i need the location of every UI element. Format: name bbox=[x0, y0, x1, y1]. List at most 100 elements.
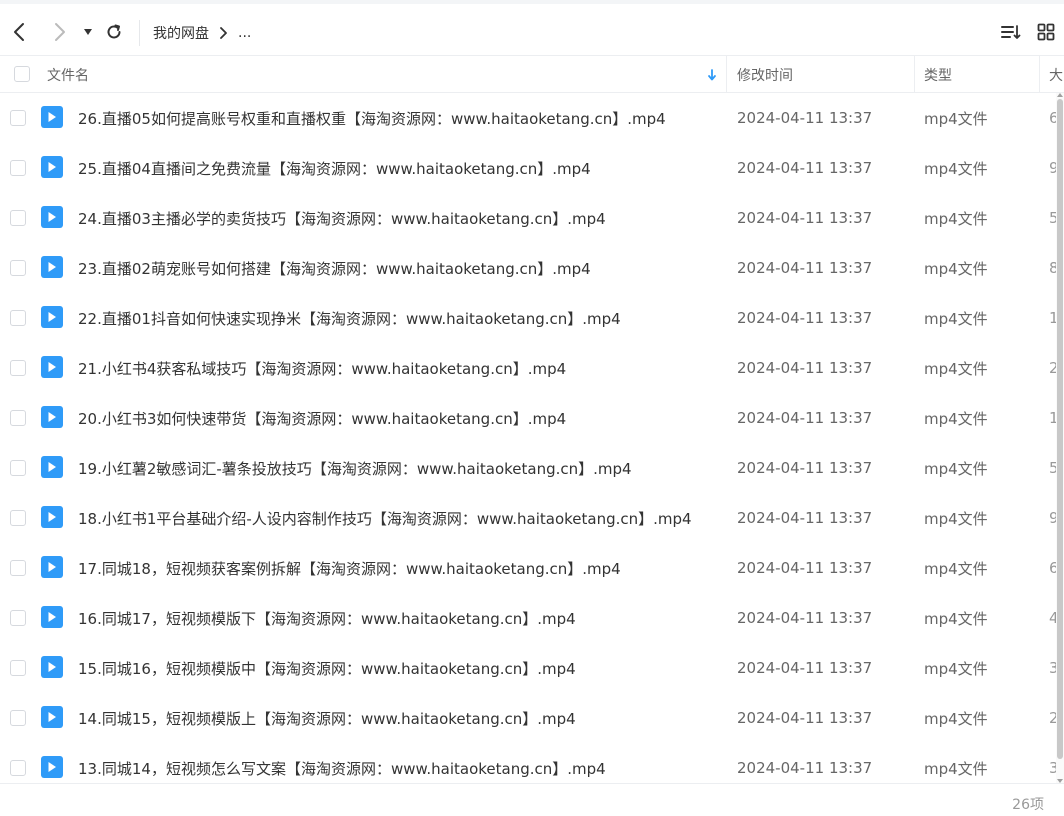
row-checkbox[interactable] bbox=[10, 560, 26, 576]
file-size: 5 bbox=[1049, 209, 1056, 227]
row-checkbox[interactable] bbox=[10, 310, 26, 326]
column-header-size[interactable]: 大 bbox=[1049, 56, 1064, 93]
video-file-icon bbox=[41, 206, 63, 228]
history-dropdown-button[interactable] bbox=[74, 18, 102, 46]
table-row[interactable]: 23.直播02萌宠账号如何搭建【海淘资源网：www.haitaoketang.c… bbox=[0, 243, 1056, 293]
row-checkbox[interactable] bbox=[10, 160, 26, 176]
file-size: 8 bbox=[1049, 259, 1056, 277]
file-size: 9 bbox=[1049, 509, 1056, 527]
table-row[interactable]: 19.小红薯2敏感词汇-薯条投放技巧【海淘资源网：www.haitaoketan… bbox=[0, 443, 1056, 493]
grid-view-button[interactable] bbox=[1032, 18, 1060, 46]
file-name[interactable]: 15.同城16，短视频模版中【海淘资源网：www.haitaoketang.cn… bbox=[78, 643, 576, 693]
chevron-right-icon bbox=[55, 23, 65, 41]
row-checkbox[interactable] bbox=[10, 510, 26, 526]
file-name[interactable]: 23.直播02萌宠账号如何搭建【海淘资源网：www.haitaoketang.c… bbox=[78, 243, 591, 293]
table-row[interactable]: 17.同城18，短视频获客案例拆解【海淘资源网：www.haitaoketang… bbox=[0, 543, 1056, 593]
column-header-name[interactable]: 文件名 bbox=[47, 56, 89, 93]
file-type: mp4文件 bbox=[924, 309, 988, 328]
table-row[interactable]: 21.小红书4获客私域技巧【海淘资源网：www.haitaoketang.cn】… bbox=[0, 343, 1056, 393]
row-checkbox[interactable] bbox=[10, 210, 26, 226]
modified-time: 2024-04-11 13:37 bbox=[737, 259, 873, 277]
item-count: 26项 bbox=[1012, 797, 1044, 813]
table-row[interactable]: 16.同城17，短视频模版下【海淘资源网：www.haitaoketang.cn… bbox=[0, 593, 1056, 643]
file-size: 2 bbox=[1049, 709, 1056, 727]
scrollbar-thumb[interactable] bbox=[1057, 99, 1063, 759]
file-size: 6 bbox=[1049, 559, 1056, 577]
scroll-up-icon[interactable] bbox=[1057, 93, 1063, 97]
breadcrumb-root[interactable]: 我的网盘 bbox=[153, 23, 209, 43]
back-button[interactable] bbox=[6, 18, 34, 46]
forward-button[interactable] bbox=[45, 18, 73, 46]
file-name[interactable]: 16.同城17，短视频模版下【海淘资源网：www.haitaoketang.cn… bbox=[78, 593, 576, 643]
file-name[interactable]: 25.直播04直播间之免费流量【海淘资源网：www.haitaoketang.c… bbox=[78, 143, 591, 193]
caret-down-icon bbox=[84, 29, 92, 35]
file-list: 26.直播05如何提高账号权重和直播权重【海淘资源网：www.haitaoket… bbox=[0, 93, 1056, 783]
sort-button[interactable] bbox=[997, 18, 1025, 46]
column-header-type[interactable]: 类型 bbox=[924, 56, 952, 93]
modified-time: 2024-04-11 13:37 bbox=[737, 659, 873, 677]
file-name[interactable]: 14.同城15，短视频模版上【海淘资源网：www.haitaoketang.cn… bbox=[78, 693, 576, 743]
row-checkbox[interactable] bbox=[10, 110, 26, 126]
row-checkbox[interactable] bbox=[10, 460, 26, 476]
column-divider[interactable] bbox=[1039, 56, 1040, 93]
modified-time: 2024-04-11 13:37 bbox=[737, 359, 873, 377]
video-file-icon bbox=[41, 256, 63, 278]
table-row[interactable]: 18.小红书1平台基础介绍-人设内容制作技巧【海淘资源网：www.haitaok… bbox=[0, 493, 1056, 543]
table-row[interactable]: 14.同城15，短视频模版上【海淘资源网：www.haitaoketang.cn… bbox=[0, 693, 1056, 743]
file-name[interactable]: 20.小红书3如何快速带货【海淘资源网：www.haitaoketang.cn】… bbox=[78, 393, 566, 443]
row-checkbox[interactable] bbox=[10, 260, 26, 276]
file-name[interactable]: 17.同城18，短视频获客案例拆解【海淘资源网：www.haitaoketang… bbox=[78, 543, 621, 593]
file-name[interactable]: 18.小红书1平台基础介绍-人设内容制作技巧【海淘资源网：www.haitaok… bbox=[78, 493, 692, 543]
modified-time: 2024-04-11 13:37 bbox=[737, 709, 873, 727]
table-row[interactable]: 15.同城16，短视频模版中【海淘资源网：www.haitaoketang.cn… bbox=[0, 643, 1056, 693]
table-row[interactable]: 26.直播05如何提高账号权重和直播权重【海淘资源网：www.haitaoket… bbox=[0, 93, 1056, 143]
grid-view-icon bbox=[1037, 23, 1055, 41]
row-checkbox[interactable] bbox=[10, 660, 26, 676]
table-row[interactable]: 25.直播04直播间之免费流量【海淘资源网：www.haitaoketang.c… bbox=[0, 143, 1056, 193]
file-type: mp4文件 bbox=[924, 359, 988, 378]
modified-time: 2024-04-11 13:37 bbox=[737, 509, 873, 527]
video-file-icon bbox=[41, 606, 63, 628]
video-file-icon bbox=[41, 556, 63, 578]
file-type: mp4文件 bbox=[924, 759, 988, 778]
file-type: mp4文件 bbox=[924, 209, 988, 228]
file-name[interactable]: 21.小红书4获客私域技巧【海淘资源网：www.haitaoketang.cn】… bbox=[78, 343, 566, 393]
video-file-icon bbox=[41, 706, 63, 728]
modified-time: 2024-04-11 13:37 bbox=[737, 559, 873, 577]
table-row[interactable]: 20.小红书3如何快速带货【海淘资源网：www.haitaoketang.cn】… bbox=[0, 393, 1056, 443]
table-row[interactable]: 22.直播01抖音如何快速实现挣米【海淘资源网：www.haitaoketang… bbox=[0, 293, 1056, 343]
row-checkbox[interactable] bbox=[10, 760, 26, 776]
row-checkbox[interactable] bbox=[10, 710, 26, 726]
file-name[interactable]: 26.直播05如何提高账号权重和直播权重【海淘资源网：www.haitaoket… bbox=[78, 93, 666, 143]
breadcrumb-separator bbox=[219, 27, 228, 39]
table-row[interactable]: 24.直播03主播必学的卖货技巧【海淘资源网：www.haitaoketang.… bbox=[0, 193, 1056, 243]
file-size: 2 bbox=[1049, 359, 1056, 377]
video-file-icon bbox=[41, 756, 63, 778]
file-type: mp4文件 bbox=[924, 459, 988, 478]
file-name[interactable]: 13.同城14，短视频怎么写文案【海淘资源网：www.haitaoketang.… bbox=[78, 743, 606, 783]
file-type: mp4文件 bbox=[924, 609, 988, 628]
column-divider[interactable] bbox=[914, 56, 915, 93]
breadcrumb-more[interactable]: ... bbox=[238, 25, 251, 41]
modified-time: 2024-04-11 13:37 bbox=[737, 109, 873, 127]
file-name[interactable]: 19.小红薯2敏感词汇-薯条投放技巧【海淘资源网：www.haitaoketan… bbox=[78, 443, 632, 493]
column-header-time[interactable]: 修改时间 bbox=[737, 56, 793, 93]
video-file-icon bbox=[41, 106, 63, 128]
row-checkbox[interactable] bbox=[10, 360, 26, 376]
modified-time: 2024-04-11 13:37 bbox=[737, 309, 873, 327]
video-file-icon bbox=[41, 506, 63, 528]
modified-time: 2024-04-11 13:37 bbox=[737, 409, 873, 427]
table-row[interactable]: 13.同城14，短视频怎么写文案【海淘资源网：www.haitaoketang.… bbox=[0, 743, 1056, 783]
file-size: 3 bbox=[1049, 759, 1056, 777]
refresh-button[interactable] bbox=[100, 18, 128, 46]
vertical-scrollbar[interactable] bbox=[1056, 93, 1064, 783]
row-checkbox[interactable] bbox=[10, 610, 26, 626]
file-name[interactable]: 22.直播01抖音如何快速实现挣米【海淘资源网：www.haitaoketang… bbox=[78, 293, 621, 343]
file-name[interactable]: 24.直播03主播必学的卖货技巧【海淘资源网：www.haitaoketang.… bbox=[78, 193, 606, 243]
file-size: 9 bbox=[1049, 159, 1056, 177]
select-all-checkbox[interactable] bbox=[14, 66, 30, 82]
row-checkbox[interactable] bbox=[10, 410, 26, 426]
column-divider[interactable] bbox=[726, 56, 727, 93]
breadcrumb: 我的网盘 ... bbox=[153, 22, 251, 44]
sort-indicator[interactable] bbox=[707, 56, 717, 93]
